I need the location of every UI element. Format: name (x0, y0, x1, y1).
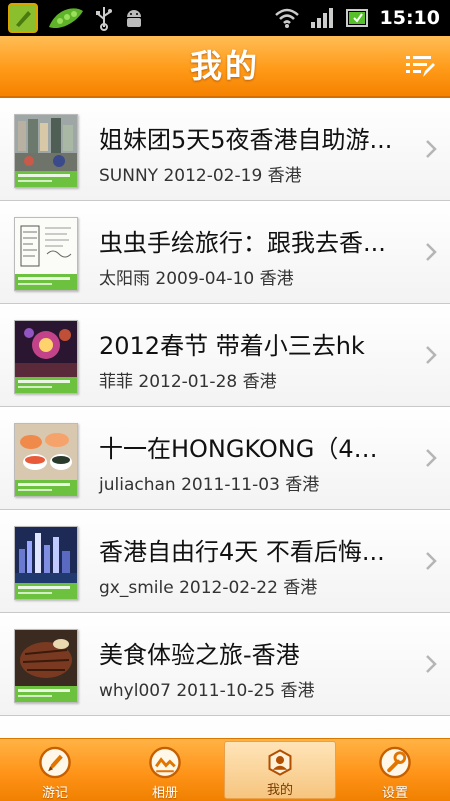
trip-title: 香港自由行4天 不看后悔... (99, 538, 385, 566)
list-item[interactable]: 姐妹团5天5夜香港自助游... SUNNY 2012-02-19 香港 (0, 98, 450, 201)
trip-title: 2012春节 带着小三去hk (99, 332, 365, 360)
trip-meta: gx_smile 2012-02-22 香港 (99, 573, 317, 598)
trip-date: 2011-10-25 (176, 681, 276, 701)
tab-label: 相册 (151, 786, 178, 801)
trip-title: 姐妹团5天5夜香港自助游... (99, 126, 393, 154)
trip-place: 香港 (280, 681, 315, 701)
tab-label: 游记 (41, 786, 68, 801)
trip-meta: SUNNY 2012-02-19 香港 (99, 161, 302, 186)
trip-place: 香港 (242, 372, 277, 392)
bottom-tab-bar: 游记 相册 我的 设置 (0, 738, 450, 801)
trip-author: gx_smile (99, 578, 174, 598)
chevron-right-icon (426, 449, 437, 467)
chevron-right-icon (426, 346, 437, 364)
tab-mine[interactable]: 我的 (224, 741, 336, 799)
list-item[interactable]: 香港自由行4天 不看后悔... gx_smile 2012-02-22 香港 (0, 510, 450, 613)
signal-icon (310, 7, 336, 29)
trip-author: juliachan (99, 475, 176, 495)
trip-title: 美食体验之旅-香港 (99, 641, 300, 669)
trip-date: 2012-02-22 (179, 578, 278, 598)
trip-place: 香港 (285, 475, 320, 495)
page-title: 我的 (189, 47, 260, 85)
user-icon (268, 749, 292, 776)
trip-date: 2012-01-28 (138, 372, 238, 392)
list-item[interactable]: 美食体验之旅-香港 whyl007 2011-10-25 香港 (0, 613, 450, 716)
chevron-right-icon (426, 243, 437, 261)
trip-thumbnail (14, 217, 78, 291)
chevron-right-icon (426, 140, 437, 158)
status-clock: 15:10 (379, 7, 440, 29)
trip-place: 香港 (267, 166, 302, 186)
trip-place: 香港 (259, 269, 294, 289)
list-item-partial[interactable] (0, 716, 450, 738)
trip-meta: whyl007 2011-10-25 香港 (99, 676, 315, 701)
list-item[interactable]: 虫虫手绘旅行：跟我去香... 太阳雨 2009-04-10 香港 (0, 201, 450, 304)
chevron-right-icon (426, 655, 437, 673)
trip-meta: 菲菲 2012-01-28 香港 (99, 367, 277, 392)
battery-icon (345, 7, 370, 29)
wrench-icon (379, 746, 411, 779)
pen-icon (39, 746, 71, 779)
trip-meta: 太阳雨 2009-04-10 香港 (99, 264, 294, 289)
trip-thumbnail (14, 526, 78, 600)
trip-thumbnail (14, 423, 78, 497)
pea-pod-icon (46, 3, 86, 33)
trip-date: 2012-02-19 (163, 166, 263, 186)
trip-author: SUNNY (99, 166, 159, 186)
edit-list-button[interactable] (404, 50, 436, 82)
wifi-icon (274, 7, 300, 29)
edit-list-icon (406, 56, 435, 77)
trip-meta: juliachan 2011-11-03 香港 (99, 470, 319, 495)
trip-date: 2009-04-10 (155, 269, 255, 289)
trip-author: whyl007 (99, 681, 171, 701)
status-bar: 15:10 (0, 0, 450, 36)
tab-settings[interactable]: 设置 (340, 739, 450, 801)
trip-title: 十一在HONGKONG（4天... (99, 435, 399, 463)
trip-title: 虫虫手绘旅行：跟我去香... (99, 229, 386, 257)
list-item[interactable]: 2012春节 带着小三去hk 菲菲 2012-01-28 香港 (0, 304, 450, 407)
app-icon (8, 3, 38, 33)
chevron-right-icon (426, 552, 437, 570)
android-debug-icon (122, 6, 146, 30)
trip-place: 香港 (283, 578, 318, 598)
list-item[interactable]: 十一在HONGKONG（4天... juliachan 2011-11-03 香… (0, 407, 450, 510)
trip-list: 姐妹团5天5夜香港自助游... SUNNY 2012-02-19 香港 虫虫手绘… (0, 98, 450, 738)
tab-label: 设置 (381, 786, 408, 801)
title-bar: 我的 (0, 36, 450, 98)
trip-author: 太阳雨 (99, 269, 150, 289)
tab-album[interactable]: 相册 (110, 739, 220, 801)
trip-thumbnail (14, 629, 78, 703)
tab-travelogue[interactable]: 游记 (0, 739, 110, 801)
trip-date: 2011-11-03 (181, 475, 280, 495)
tab-label: 我的 (266, 783, 293, 798)
trip-thumbnail (14, 114, 78, 188)
photo-album-icon (149, 746, 181, 779)
trip-thumbnail (14, 320, 78, 394)
usb-icon (94, 5, 114, 31)
trip-author: 菲菲 (99, 372, 133, 392)
